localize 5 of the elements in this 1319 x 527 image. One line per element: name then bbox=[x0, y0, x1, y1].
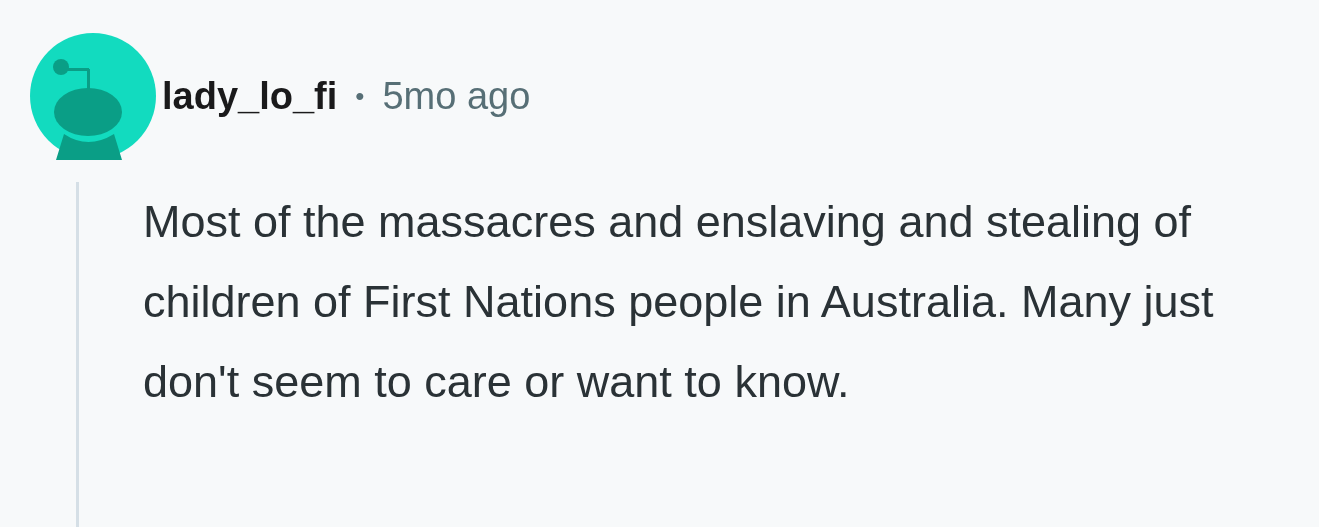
timestamp: 5mo ago bbox=[382, 74, 531, 118]
avatar-icon bbox=[30, 32, 156, 160]
separator-dot: • bbox=[355, 80, 365, 112]
username[interactable]: lady_lo_fi bbox=[162, 74, 338, 118]
comment-text: Most of the massacres and enslaving and stealing of children of First Nations people in Australia. Many just don't seem to care or want to know. bbox=[143, 195, 1215, 409]
